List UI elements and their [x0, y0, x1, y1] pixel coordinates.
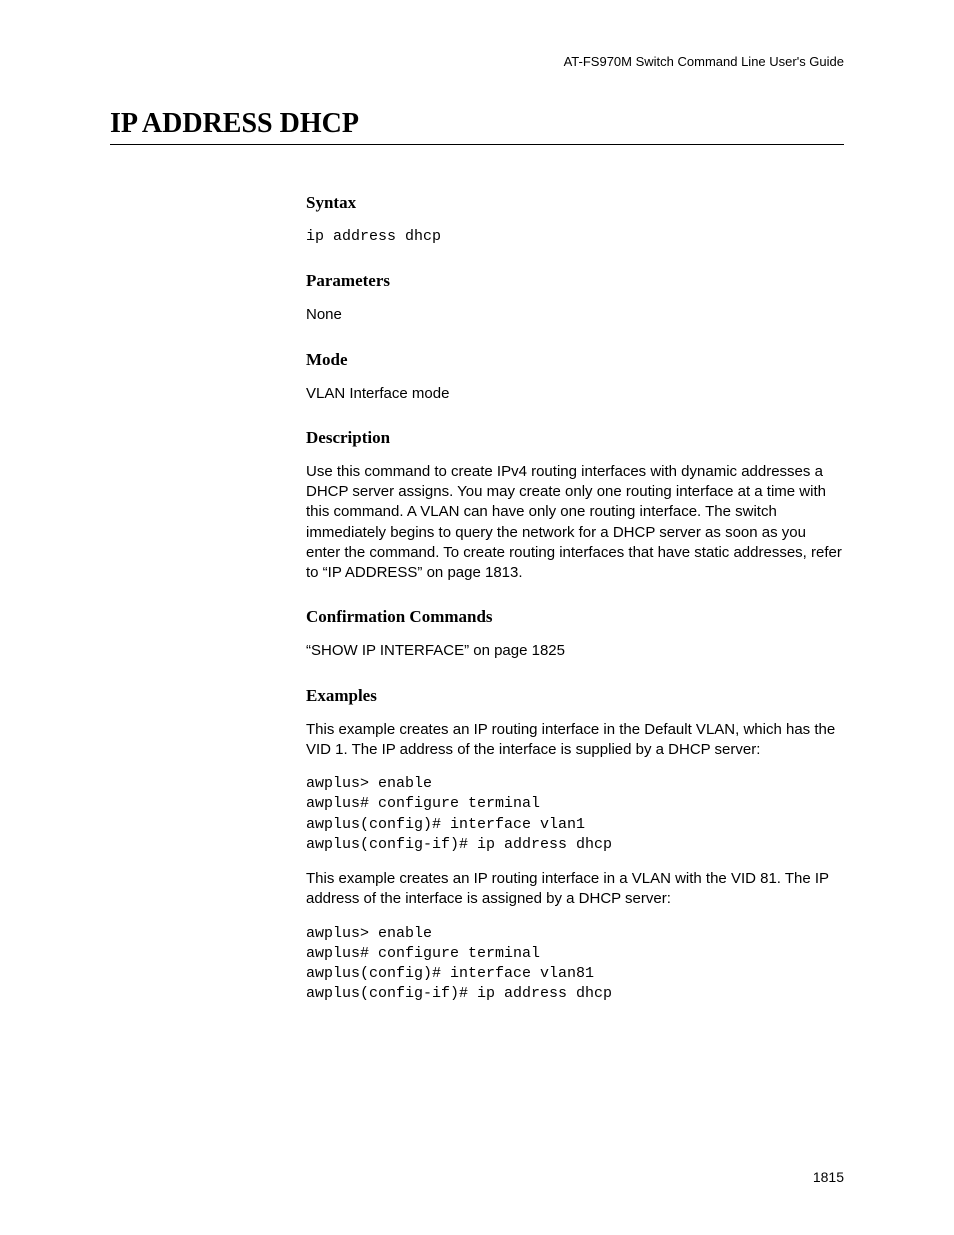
example2-intro: This example creates an IP routing inter… [306, 869, 844, 910]
description-heading: Description [306, 428, 844, 448]
confirmation-text: “SHOW IP INTERFACE” on page 1825 [306, 641, 844, 661]
example1-code: awplus> enable awplus# configure termina… [306, 774, 844, 855]
page-container: AT-FS970M Switch Command Line User's Gui… [0, 0, 954, 1235]
syntax-code: ip address dhcp [306, 227, 844, 247]
page-title: IP ADDRESS DHCP [110, 108, 844, 145]
example2-code: awplus> enable awplus# configure termina… [306, 924, 844, 1005]
examples-heading: Examples [306, 686, 844, 706]
parameters-heading: Parameters [306, 271, 844, 291]
content-area: IP ADDRESS DHCP Syntax ip address dhcp P… [110, 108, 844, 1005]
description-text: Use this command to create IPv4 routing … [306, 462, 844, 584]
confirmation-heading: Confirmation Commands [306, 607, 844, 627]
doc-header-title: AT-FS970M Switch Command Line User's Gui… [564, 54, 844, 69]
parameters-text: None [306, 305, 844, 325]
page-number: 1815 [813, 1169, 844, 1185]
body-column: Syntax ip address dhcp Parameters None M… [306, 193, 844, 1005]
mode-heading: Mode [306, 350, 844, 370]
mode-text: VLAN Interface mode [306, 384, 844, 404]
example1-intro: This example creates an IP routing inter… [306, 720, 844, 761]
syntax-heading: Syntax [306, 193, 844, 213]
